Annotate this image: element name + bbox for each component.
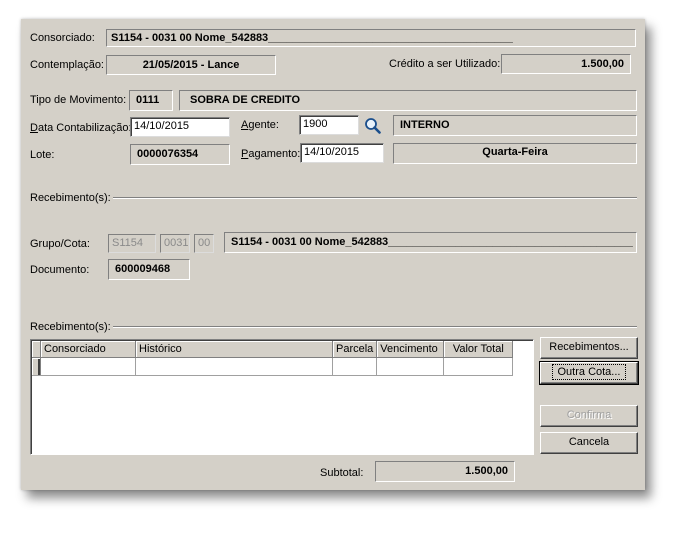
grid-table: Consorciado Histórico Parcela Vencimento… bbox=[32, 341, 514, 376]
outra-cota-button[interactable]: Outra Cota... bbox=[539, 361, 639, 385]
row-indicator-header bbox=[32, 341, 41, 358]
data-contabilizacao-input[interactable]: 14/10/2015 bbox=[130, 117, 230, 137]
contemplacao-value: 21/05/2015 - Lance bbox=[106, 55, 276, 75]
cell-historico[interactable] bbox=[135, 357, 333, 376]
documento-value: 600009468 bbox=[108, 259, 190, 280]
recebimentos-button[interactable]: Recebimentos... bbox=[540, 337, 638, 359]
magnifier-icon[interactable] bbox=[364, 117, 382, 135]
documento-label: Documento: bbox=[30, 264, 90, 276]
cell-valor-total[interactable] bbox=[443, 357, 514, 376]
pagamento-desc: Quarta-Feira bbox=[393, 143, 637, 164]
consorciado-label: Consorciado: bbox=[30, 32, 95, 44]
tipo-movimento-desc: SOBRA DE CREDITO bbox=[179, 90, 637, 111]
column-header-parcela[interactable]: Parcela bbox=[332, 341, 378, 358]
grid-divider bbox=[113, 326, 637, 328]
lote-label: Lote: bbox=[30, 149, 55, 161]
column-header-consorciado[interactable]: Consorciado bbox=[40, 341, 136, 358]
cota-input[interactable]: 0031 bbox=[160, 234, 190, 253]
digito-input[interactable]: 00 bbox=[194, 234, 214, 253]
subtotal-label: Subtotal: bbox=[320, 467, 364, 479]
agente-label: Agente: bbox=[241, 119, 279, 131]
agente-desc: INTERNO bbox=[393, 115, 637, 136]
grupo-cota-label: Grupo/Cota: bbox=[30, 238, 90, 250]
pagamento-input[interactable]: 14/10/2015 bbox=[300, 143, 384, 163]
credito-label: Crédito a ser Utilizado: bbox=[389, 58, 501, 70]
pagamento-label: Pagamento: bbox=[241, 148, 301, 160]
table-row[interactable] bbox=[32, 357, 514, 376]
agente-input[interactable]: 1900 bbox=[299, 115, 359, 135]
column-header-vencimento[interactable]: Vencimento bbox=[376, 341, 445, 358]
data-contabilizacao-label: Data Contabilização: bbox=[30, 122, 132, 134]
section-divider bbox=[113, 197, 637, 199]
consorciado-value: S1154 - 0031 00 Nome_542883_____________… bbox=[106, 29, 636, 47]
column-header-valor-total[interactable]: Valor Total bbox=[443, 341, 514, 358]
contemplacao-label: Contemplação: bbox=[30, 59, 104, 71]
grupo-cota-desc: S1154 - 0031 00 Nome_542883_____________… bbox=[224, 232, 637, 253]
cancela-button[interactable]: Cancela bbox=[540, 432, 638, 454]
lote-value: 0000076354 bbox=[130, 144, 230, 165]
grupo-input[interactable]: S1154 bbox=[108, 234, 156, 253]
subtotal-value: 1.500,00 bbox=[375, 461, 515, 482]
row-indicator bbox=[32, 357, 41, 376]
credito-value: 1.500,00 bbox=[501, 54, 631, 74]
tipo-movimento-code: 0111 bbox=[129, 90, 173, 111]
grid-section-label: Recebimento(s): bbox=[30, 321, 111, 333]
cell-parcela[interactable] bbox=[332, 357, 378, 376]
column-header-historico[interactable]: Histórico bbox=[135, 341, 333, 358]
dialog-window: Consorciado: S1154 - 0031 00 Nome_542883… bbox=[21, 19, 645, 490]
cell-consorciado[interactable] bbox=[40, 357, 136, 376]
recebimentos-grid[interactable]: Consorciado Histórico Parcela Vencimento… bbox=[30, 339, 534, 455]
tipo-movimento-label: Tipo de Movimento: bbox=[30, 94, 127, 106]
confirma-button[interactable]: Confirma bbox=[540, 405, 638, 427]
recebimentos-section-label: Recebimento(s): bbox=[30, 192, 111, 204]
cell-vencimento[interactable] bbox=[376, 357, 445, 376]
